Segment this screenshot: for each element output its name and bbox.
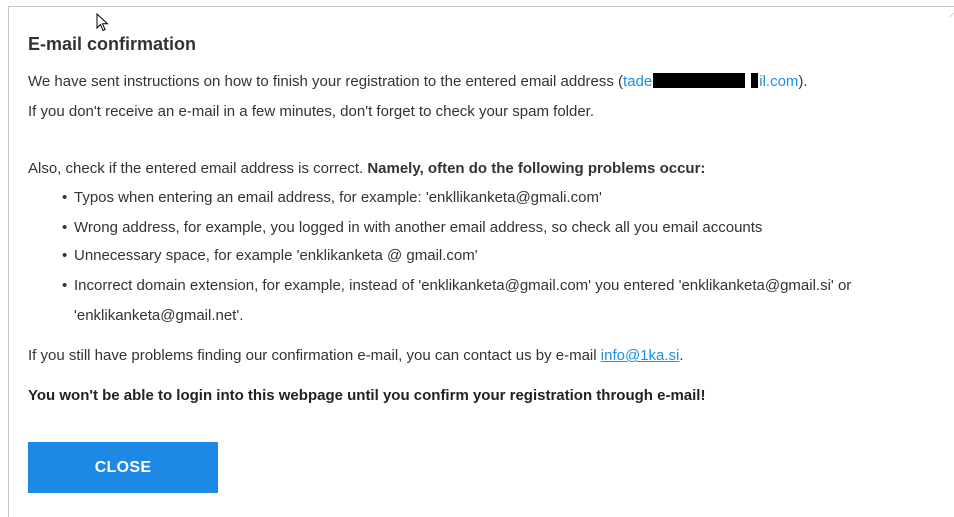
bullet-icon: • xyxy=(62,189,68,206)
contact-prefix: If you still have problems finding our c… xyxy=(28,347,601,364)
check-prefix: Also, check if the entered email address… xyxy=(28,160,368,177)
problem-item-typos: Typos when entering an email address, fo… xyxy=(74,189,602,206)
bullet-icon: • xyxy=(62,247,68,264)
bullet-icon: • xyxy=(62,277,68,294)
contact-email-link[interactable]: info@1ka.si xyxy=(601,347,680,364)
mouse-pointer-icon xyxy=(96,13,109,32)
problem-item-wrong-address: Wrong address, for example, you logged i… xyxy=(74,219,763,236)
spam-folder-text: If you don't receive an e-mail in a few … xyxy=(28,103,595,120)
sent-instructions-text: We have sent instructions on how to fini… xyxy=(28,72,808,92)
close-button[interactable]: CLOSE xyxy=(28,442,218,493)
contact-suffix: . xyxy=(679,347,684,364)
problems-heading: Namely, often do the following problems … xyxy=(367,160,706,177)
dialog-title: E-mail confirmation xyxy=(28,34,197,54)
problem-item-domain-extension: Incorrect domain extension, for example,… xyxy=(74,277,852,294)
check-address-text: Also, check if the entered email address… xyxy=(28,159,705,179)
sent-suffix: ). xyxy=(798,73,808,90)
problem-item-unnecessary-space: Unnecessary space, for example 'enklikan… xyxy=(74,247,478,264)
email-address-end: il.com xyxy=(759,73,799,90)
problem-item-domain-extension-cont: 'enklikanketa@gmail.net'. xyxy=(74,307,244,324)
close-x-icon[interactable] xyxy=(948,5,954,19)
login-warning-text: You won't be able to login into this web… xyxy=(28,387,706,404)
email-address-start: tade xyxy=(623,73,653,90)
redaction-bar-small xyxy=(751,73,759,88)
bullet-icon: • xyxy=(62,219,68,236)
contact-text: If you still have problems finding our c… xyxy=(28,346,684,366)
sent-prefix: We have sent instructions on how to fini… xyxy=(28,73,624,90)
redaction-bar xyxy=(653,73,746,88)
